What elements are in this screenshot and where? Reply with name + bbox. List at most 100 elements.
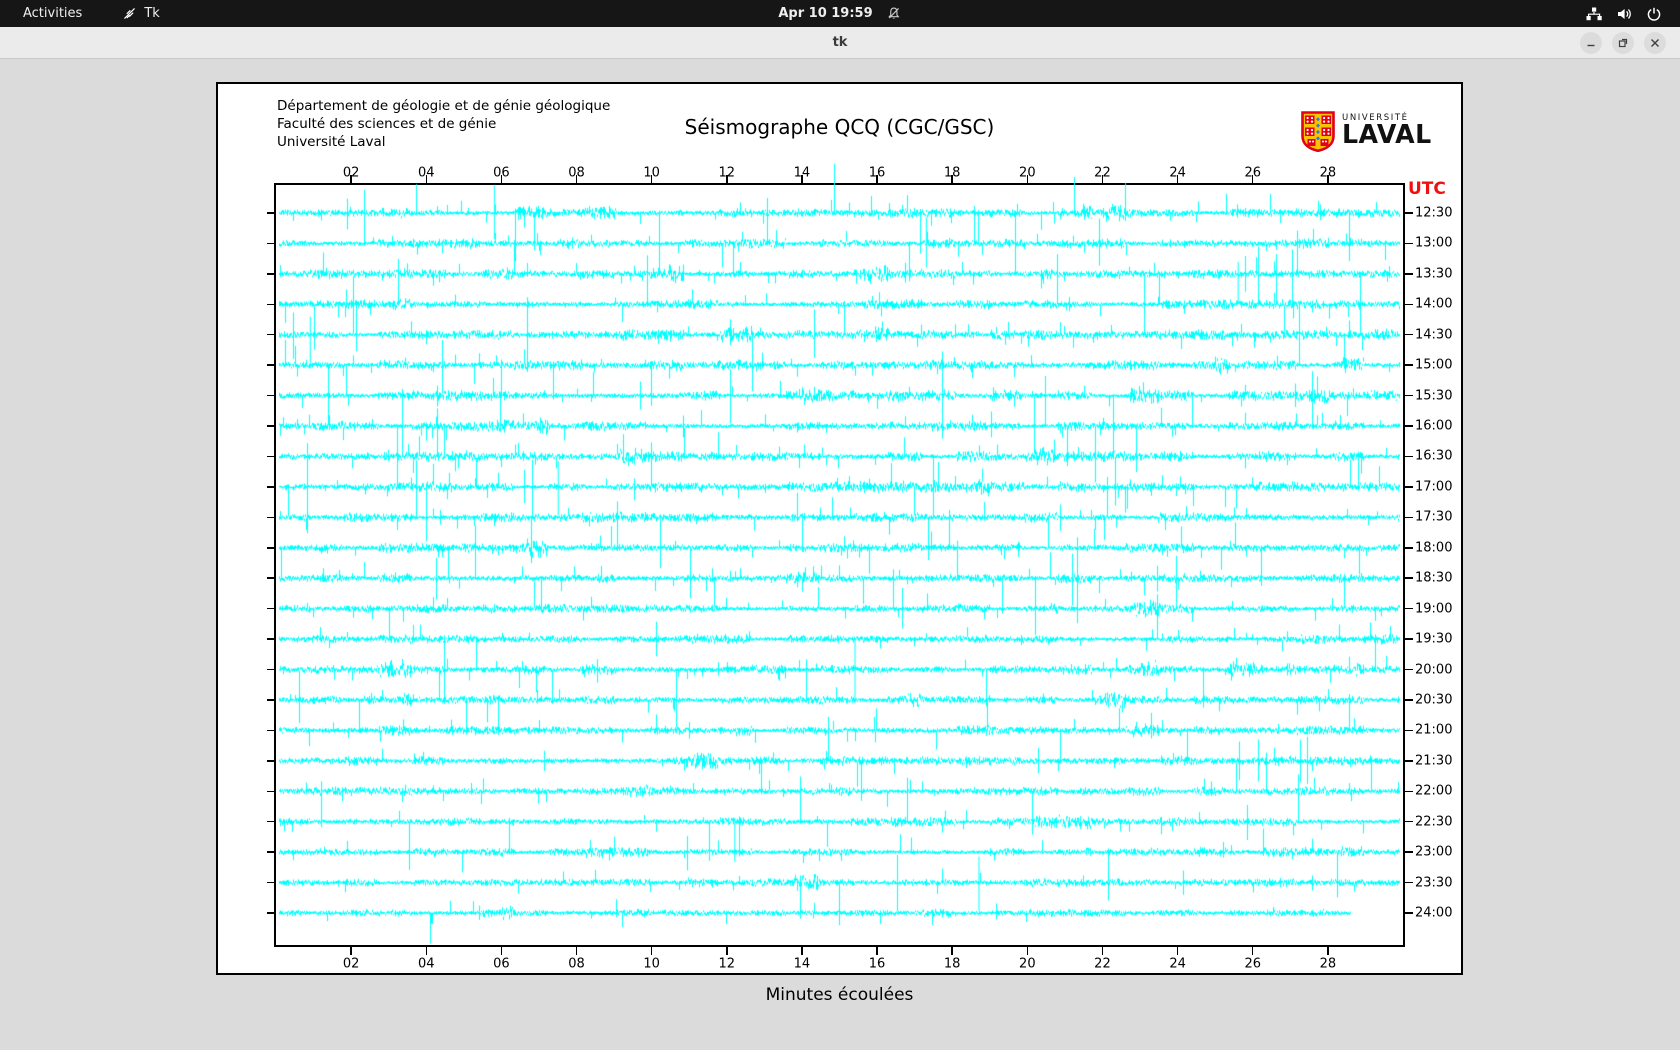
row-tick-left [267, 669, 275, 671]
row-tick-left [267, 395, 275, 397]
x-axis-label-top: 06 [493, 166, 510, 181]
trace-time-label: 19:30 [1415, 632, 1452, 647]
x-axis-label-top: 18 [944, 166, 961, 181]
row-tick-left [267, 425, 275, 427]
maximize-button[interactable] [1612, 32, 1634, 54]
row-tick-right [1405, 821, 1413, 823]
x-axis-label-bottom: 04 [418, 957, 435, 972]
row-tick-right [1405, 912, 1413, 914]
x-axis-tick-bottom [1027, 947, 1029, 955]
row-tick-left [267, 273, 275, 275]
x-axis-label-top: 04 [418, 166, 435, 181]
trace-time-label: 19:00 [1415, 601, 1452, 616]
row-tick-left [267, 821, 275, 823]
window-title-bar[interactable]: tk [0, 27, 1680, 59]
row-tick-right [1405, 760, 1413, 762]
power-icon[interactable] [1646, 6, 1662, 22]
x-axis-tick-bottom [350, 947, 352, 955]
trace-time-label: 12:30 [1415, 206, 1452, 221]
x-axis-label-top: 24 [1169, 166, 1186, 181]
network-wired-icon[interactable] [1585, 6, 1603, 22]
trace-time-label: 16:00 [1415, 419, 1452, 434]
x-axis-label-top: 20 [1019, 166, 1036, 181]
trace-time-label: 24:00 [1415, 906, 1452, 921]
row-tick-left [267, 791, 275, 793]
x-axis-tick-bottom [1102, 947, 1104, 955]
x-axis-label-top: 14 [794, 166, 811, 181]
row-tick-right [1405, 547, 1413, 549]
tk-window-content: Département de géologie et de génie géol… [0, 59, 1680, 1050]
x-axis-label-bottom: 18 [944, 957, 961, 972]
x-axis-label-top: 16 [869, 166, 886, 181]
window-title: tk [0, 27, 1680, 58]
x-axis-label-bottom: 26 [1244, 957, 1261, 972]
universite-laval-logo: UNIVERSITÉ LAVAL [1301, 111, 1434, 156]
row-tick-left [267, 486, 275, 488]
close-button[interactable] [1644, 32, 1666, 54]
notifications-muted-icon [887, 6, 902, 21]
row-tick-left [267, 760, 275, 762]
x-axis-label-top: 22 [1094, 166, 1111, 181]
x-axis-label-top: 08 [568, 166, 585, 181]
trace-time-label: 18:00 [1415, 540, 1452, 555]
trace-time-label: 23:30 [1415, 875, 1452, 890]
x-axis-label-top: 02 [343, 166, 360, 181]
x-axis-label-bottom: 08 [568, 957, 585, 972]
x-axis-label-bottom: 06 [493, 957, 510, 972]
row-tick-left [267, 334, 275, 336]
x-axis-tick-bottom [801, 947, 803, 955]
trace-time-label: 23:00 [1415, 845, 1452, 860]
row-tick-right [1405, 304, 1413, 306]
row-tick-left [267, 364, 275, 366]
app-menu[interactable]: Tk [122, 6, 159, 21]
row-tick-right [1405, 577, 1413, 579]
row-tick-right [1405, 273, 1413, 275]
row-tick-right [1405, 243, 1413, 245]
volume-icon[interactable] [1616, 6, 1633, 22]
minimize-button[interactable] [1580, 32, 1602, 54]
row-tick-right [1405, 364, 1413, 366]
row-tick-right [1405, 212, 1413, 214]
x-axis-tick-bottom [651, 947, 653, 955]
clock[interactable]: Apr 10 19:59 [778, 6, 872, 21]
row-tick-right [1405, 517, 1413, 519]
row-tick-left [267, 851, 275, 853]
row-tick-right [1405, 334, 1413, 336]
row-tick-left [267, 638, 275, 640]
row-tick-right [1405, 456, 1413, 458]
trace-time-label: 20:00 [1415, 662, 1452, 677]
row-tick-left [267, 608, 275, 610]
trace-time-label: 21:00 [1415, 723, 1452, 738]
row-tick-right [1405, 730, 1413, 732]
x-axis-label-bottom: 10 [643, 957, 660, 972]
trace-time-label: 20:30 [1415, 692, 1452, 707]
x-axis-label-top: 28 [1320, 166, 1337, 181]
x-axis-label-top: 26 [1244, 166, 1261, 181]
x-axis-label-bottom: 14 [794, 957, 811, 972]
row-tick-right [1405, 638, 1413, 640]
row-tick-left [267, 577, 275, 579]
x-axis-label-bottom: 24 [1169, 957, 1186, 972]
utc-axis-title: UTC [1408, 179, 1446, 199]
x-axis-label-bottom: 28 [1320, 957, 1337, 972]
row-tick-right [1405, 608, 1413, 610]
logo-laval-text: LAVAL [1342, 123, 1432, 147]
row-tick-left [267, 882, 275, 884]
row-tick-right [1405, 851, 1413, 853]
activities-button[interactable]: Activities [17, 4, 88, 23]
row-tick-right [1405, 699, 1413, 701]
trace-time-label: 13:30 [1415, 266, 1452, 281]
x-axis-tick-bottom [501, 947, 503, 955]
row-tick-left [267, 517, 275, 519]
x-axis-label-bottom: 22 [1094, 957, 1111, 972]
row-tick-left [267, 547, 275, 549]
x-axis-tick-bottom [576, 947, 578, 955]
x-axis-label-bottom: 12 [719, 957, 736, 972]
x-axis-tick-bottom [1252, 947, 1254, 955]
row-tick-left [267, 730, 275, 732]
institution-line-1: Département de géologie et de génie géol… [277, 97, 610, 115]
plot-title: Séismographe QCQ (CGC/GSC) [218, 115, 1461, 139]
x-axis-tick-bottom [426, 947, 428, 955]
trace-time-label: 17:00 [1415, 479, 1452, 494]
trace-time-label: 22:00 [1415, 784, 1452, 799]
